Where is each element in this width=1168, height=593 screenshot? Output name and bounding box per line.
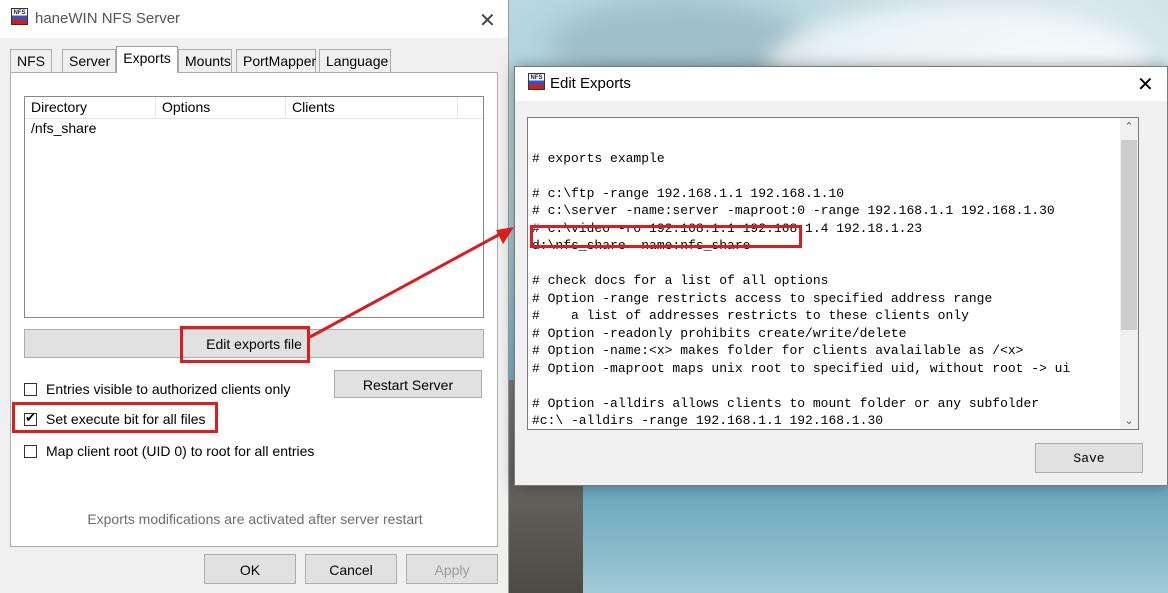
- editor-line: # check docs for a list of all options: [532, 273, 829, 288]
- list-header: Directory Options Clients: [25, 97, 483, 119]
- apply-button[interactable]: Apply: [406, 554, 498, 584]
- nfs-server-window: NFS haneWIN NFS Server ✕ NFS Server Expo…: [0, 0, 509, 593]
- entries-visible-label: Entries visible to authorized clients on…: [46, 381, 291, 397]
- vertical-scrollbar[interactable]: ⌃ ⌄: [1120, 118, 1138, 429]
- exports-tab-panel: Directory Options Clients /nfs_share Edi…: [10, 72, 498, 547]
- editor-line: # Option -alldirs allows clients to moun…: [532, 395, 1040, 411]
- close-icon[interactable]: ✕: [1137, 72, 1154, 96]
- scroll-down-icon[interactable]: ⌄: [1120, 414, 1138, 427]
- editor-line: # c:\ftp -range 192.168.1.1 192.168.1.10: [532, 185, 845, 201]
- map-root-checkbox[interactable]: [24, 445, 37, 458]
- editor-line: # c:\server -name:server -maproot:0 -ran…: [532, 203, 1055, 218]
- ok-button[interactable]: OK: [204, 554, 296, 584]
- exports-list[interactable]: Directory Options Clients /nfs_share: [24, 96, 484, 318]
- editor-line: # a list of addresses restricts to these…: [532, 308, 969, 323]
- editor-line: # Option -readonly prohibits create/writ…: [532, 325, 907, 341]
- scroll-up-icon[interactable]: ⌃: [1120, 120, 1138, 133]
- execute-bit-label: Set execute bit for all files: [46, 411, 206, 427]
- entries-visible-checkbox[interactable]: [24, 383, 37, 396]
- close-icon[interactable]: ✕: [479, 8, 496, 32]
- editor-line: # Option -range restricts access to spec…: [532, 290, 993, 306]
- save-button[interactable]: Save: [1035, 443, 1143, 473]
- title-bar: NFS haneWIN NFS Server ✕: [0, 0, 508, 38]
- column-header-options[interactable]: Options: [156, 97, 286, 117]
- column-header-directory[interactable]: Directory: [25, 97, 156, 117]
- nfs-app-icon: NFS: [11, 8, 28, 25]
- scroll-thumb[interactable]: [1121, 140, 1137, 330]
- editor-line: #c:\ -alldirs -range 192.168.1.1 192.168…: [532, 413, 884, 428]
- map-root-label: Map client root (UID 0) to root for all …: [46, 443, 315, 459]
- tab-language[interactable]: Language: [319, 49, 391, 72]
- tab-nfs[interactable]: NFS: [10, 49, 52, 72]
- dialog-title-bar: NFS Edit Exports ✕: [515, 67, 1167, 101]
- sea-band: [508, 490, 1168, 593]
- editor-line: # c:\video -ro 192.168.1.1 192.168.1.4 1…: [532, 220, 923, 236]
- checkmark-icon: ✔: [25, 411, 36, 426]
- dialog-title: Edit Exports: [550, 75, 631, 92]
- editor-line: # exports example: [532, 150, 665, 166]
- list-item[interactable]: /nfs_share: [31, 120, 96, 136]
- nfs-app-icon: NFS: [528, 73, 545, 90]
- restart-note: Exports modifications are activated afte…: [87, 511, 423, 527]
- edit-exports-file-button[interactable]: Edit exports file: [24, 329, 484, 358]
- editor-line: # Option -maproot maps unix root to spec…: [532, 360, 1071, 376]
- editor-line: d:\nfs_share -name:nfs_share: [532, 238, 751, 253]
- cancel-button[interactable]: Cancel: [305, 554, 397, 584]
- tab-server[interactable]: Server: [62, 49, 116, 72]
- editor-text: # exports example # c:\ftp -range 192.168…: [532, 132, 1118, 429]
- exports-text-editor[interactable]: # exports example # c:\ftp -range 192.168…: [527, 117, 1139, 430]
- tab-portmapper[interactable]: PortMapper: [236, 49, 316, 72]
- window-title: haneWIN NFS Server: [35, 10, 181, 27]
- column-header-clients[interactable]: Clients: [286, 97, 458, 117]
- tab-mounts[interactable]: Mounts: [178, 49, 232, 72]
- execute-bit-checkbox[interactable]: ✔: [24, 411, 37, 426]
- edit-exports-dialog: NFS Edit Exports ✕ # exports example # c:…: [514, 66, 1168, 486]
- tab-exports[interactable]: Exports: [116, 46, 178, 73]
- restart-server-button[interactable]: Restart Server: [334, 370, 482, 398]
- editor-line: # Option -name:<x> makes folder for clie…: [532, 343, 1024, 358]
